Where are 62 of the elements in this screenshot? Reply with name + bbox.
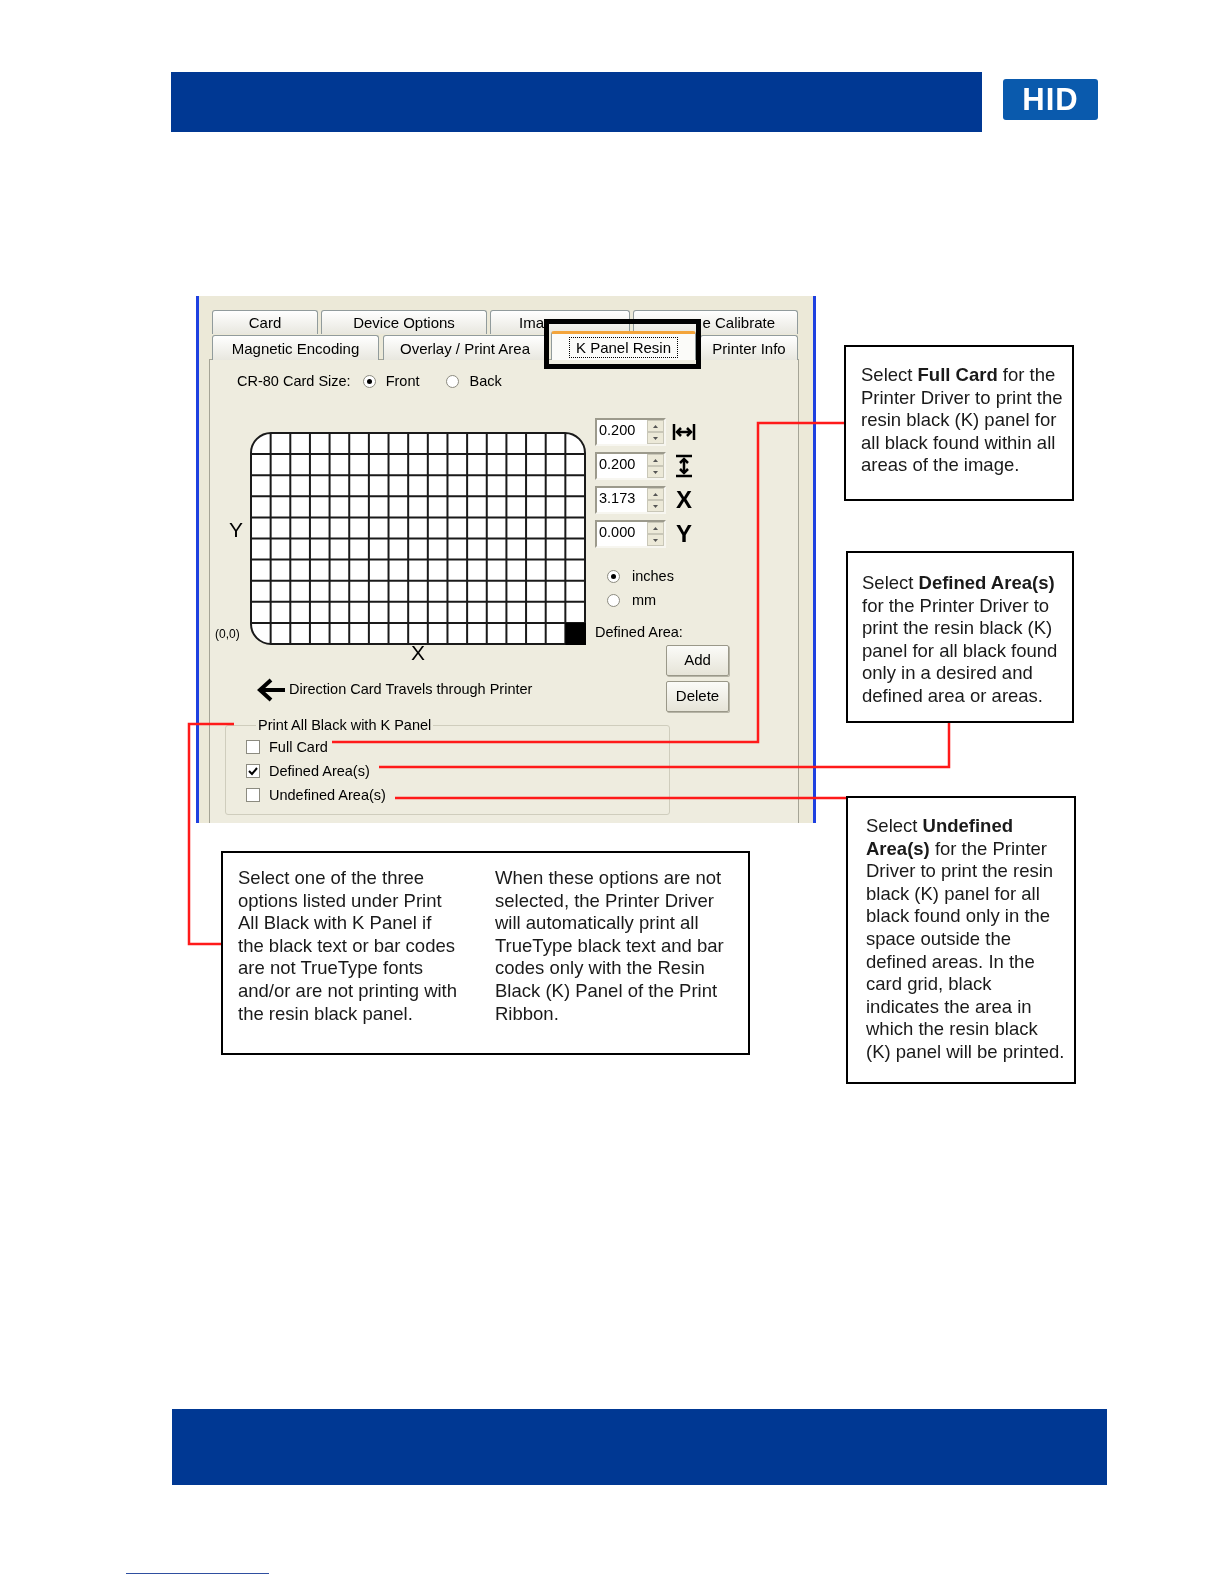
width-arrows-icon <box>672 423 696 441</box>
note-text: When these options are not selected, the Printer Driver will automatically print all TrueType black text and bar codes only with the Resin Black (K) Panel of the Print Ribbon. <box>495 867 725 1026</box>
dialog-button[interactable]: Delete <box>666 681 729 712</box>
defined-area-marker <box>565 622 586 645</box>
caret-down-icon <box>653 538 658 542</box>
tab[interactable]: K Panel Resin <box>551 331 696 360</box>
caret-down-icon <box>653 436 658 440</box>
axis-label: X <box>411 643 425 662</box>
tab[interactable]: Card <box>212 310 318 334</box>
radio-label[interactable]: Back <box>469 372 502 390</box>
callout-text: Select Full Card for the Printer Driver to print the resin black (K) panel for all black found within all areas of the image. <box>861 364 1064 477</box>
checkbox-label[interactable]: Undefined Area(s) <box>269 787 386 803</box>
caret-down-icon <box>653 470 658 474</box>
radio-label[interactable]: inches <box>632 569 674 583</box>
spin-up-button[interactable] <box>647 522 664 534</box>
spin-up-button[interactable] <box>647 420 664 432</box>
origin-label: (0,0) <box>215 628 240 641</box>
spin-down-button[interactable] <box>647 500 664 512</box>
radio-label[interactable]: mm <box>632 593 657 607</box>
checkbox[interactable] <box>246 788 260 802</box>
tab[interactable]: Overlay / Print Area <box>383 335 547 360</box>
number-field[interactable]: 0.200 <box>595 418 666 446</box>
caret-down-icon <box>653 504 658 508</box>
height-arrows-icon <box>675 454 693 478</box>
logo: HID <box>1003 79 1098 120</box>
number-field[interactable]: 3.173 <box>595 486 666 514</box>
checkbox[interactable] <box>246 740 260 754</box>
spin-down-button[interactable] <box>647 432 664 444</box>
callout-text: Select Defined Area(s) for the Printer Driver to print the resin black (K) panel for all black found only in a desired and defined area or areas. <box>862 572 1059 708</box>
note-text: Select one of the three options listed under Print All Black with K Panel if the black text or bar codes are not TrueType fonts and/or are not printing with the resin black panel. <box>238 867 459 1026</box>
radio-button[interactable] <box>607 593 620 607</box>
number-field[interactable]: 0.200 <box>595 452 666 480</box>
caret-up-icon <box>653 526 658 530</box>
number-field[interactable]: 0.000 <box>595 520 666 548</box>
dialog-button[interactable]: Add <box>666 645 729 676</box>
radio-button[interactable] <box>362 374 376 388</box>
card-grid[interactable] <box>250 432 586 645</box>
checkbox[interactable] <box>246 764 260 778</box>
coordinate-label: X <box>676 488 692 512</box>
caret-up-icon <box>653 458 658 462</box>
radio-button[interactable] <box>446 374 460 388</box>
caret-up-icon <box>653 424 658 428</box>
defined-area-label: Defined Area: <box>595 624 683 641</box>
tab[interactable]: Printer Info <box>700 335 798 360</box>
left-arrow-icon <box>256 677 286 703</box>
checkbox-label[interactable]: Defined Area(s) <box>269 763 370 779</box>
radio-label[interactable]: Front <box>385 372 420 390</box>
spin-up-button[interactable] <box>647 454 664 466</box>
spin-down-button[interactable] <box>647 534 664 546</box>
checkbox-label[interactable]: Full Card <box>269 739 328 755</box>
card-size-label: CR-80 Card Size: <box>237 372 351 390</box>
direction-caption: Direction Card Travels through Printer <box>289 680 533 700</box>
group-title: Print All Black with K Panel <box>257 717 433 733</box>
tab[interactable]: Magnetic Encoding <box>212 335 379 360</box>
tab[interactable]: Device Options <box>321 310 487 334</box>
radio-button[interactable] <box>607 569 620 583</box>
callout-text: Select Undefined Area(s) for the Printer Driver to print the resin black (K) panel for all black found only in the space outside the defined areas. In the card grid, black indicates the area in which the resin black (K) panel will be printed. <box>866 815 1066 1064</box>
caret-up-icon <box>653 492 658 496</box>
coordinate-label: Y <box>676 522 692 546</box>
spin-up-button[interactable] <box>647 488 664 500</box>
spin-down-button[interactable] <box>647 466 664 478</box>
axis-label: Y <box>229 520 243 540</box>
